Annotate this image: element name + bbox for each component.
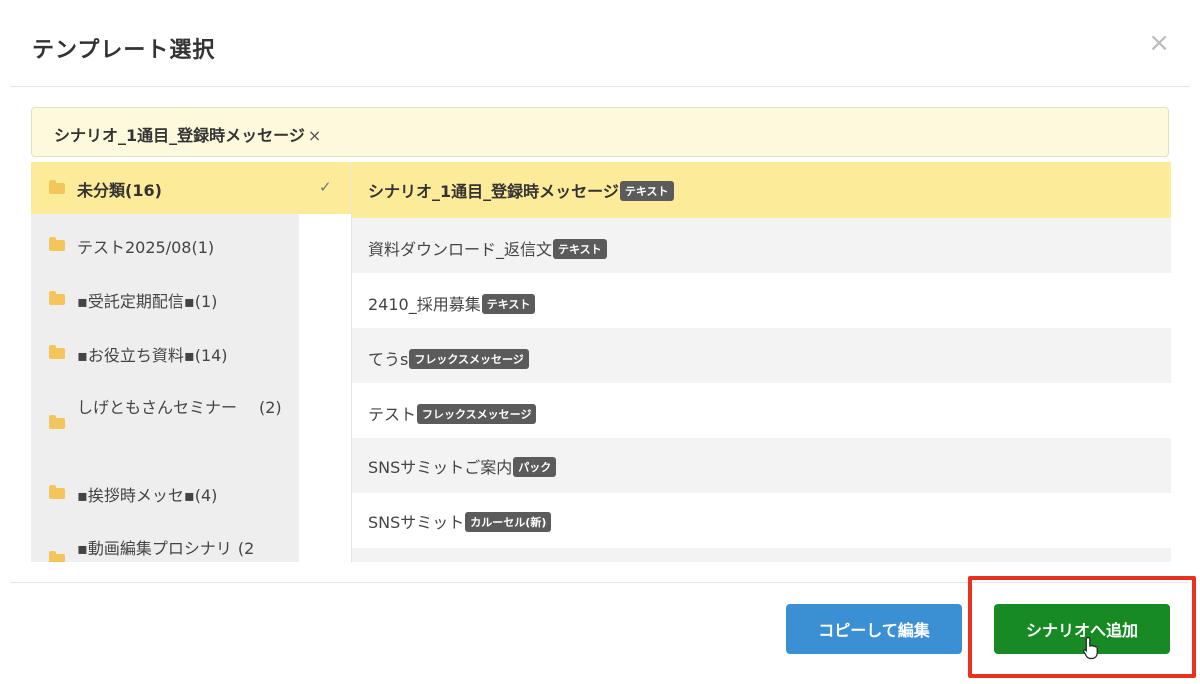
folder-name-text: 未分類 [77, 181, 126, 200]
folder-item[interactable]: しげともさんセミナー (2) [31, 384, 351, 452]
template-name: SNSサミットご案内 [368, 458, 513, 477]
type-badge: カルーセル(新) [465, 512, 552, 532]
folder-item[interactable]: ▪挨拶時メッセ▪(4) [31, 462, 351, 516]
folder-count: (16) [125, 181, 162, 200]
folder-count: (4) [194, 486, 218, 505]
copy-and-edit-button[interactable]: コピーして編集 [786, 604, 962, 654]
folder-name-text: ▪受託定期配信▪ [77, 292, 195, 311]
template-row[interactable]: てうs フレックスメッセージ [352, 328, 1171, 383]
template-name: 資料ダウンロード_返信文 [368, 240, 553, 259]
folder-item[interactable]: テスト2025/08(1) [31, 220, 351, 274]
folder-item[interactable]: ▪お役立ち資料▪(14) [31, 328, 351, 382]
selected-templates-bar: シナリオ_1通目_登録時メッセージ × [31, 107, 1169, 157]
folder-name-text: テスト2025/08 [77, 238, 192, 257]
folder-item[interactable]: ▪動画編集プロシナリ (2 [31, 522, 351, 562]
folder-item-uncategorized[interactable]: 未分類(16) ✓ [31, 162, 351, 214]
template-label: テスト フレックスメッセージ [368, 401, 537, 425]
folder-name-text: ▪お役立ち資料▪ [77, 346, 195, 365]
folder-name: ▪挨拶時メッセ▪(4) [77, 482, 217, 506]
template-row[interactable]: SNSサミットご案内 パック [352, 438, 1171, 493]
template-name: てうs [368, 350, 409, 369]
folder-icon [49, 485, 65, 499]
template-browser: 未分類(16) ✓ テスト2025/08(1) ▪受託定期配信▪(1) ▪お役立… [31, 162, 1171, 562]
template-label: SNSサミット カルーセル(新) [368, 509, 552, 533]
template-label: 資料ダウンロード_返信文 テキスト [368, 236, 607, 260]
template-row[interactable]: 資料ダウンロード_返信文 テキスト [352, 218, 1171, 273]
type-badge: フレックスメッセージ [417, 404, 537, 424]
folder-icon [49, 551, 65, 562]
template-list: シナリオ_1通目_登録時メッセージ テキスト 資料ダウンロード_返信文 テキスト 2… [352, 162, 1171, 562]
folder-count: (14) [194, 346, 228, 365]
folder-count: (1) [194, 292, 218, 311]
template-name: テスト [368, 405, 417, 424]
selected-template-label: シナリオ_1通目_登録時メッセージ [54, 126, 305, 145]
folder-count: (2 [237, 539, 255, 558]
template-label: 2410_採用募集 テキスト [368, 291, 536, 315]
type-badge: テキスト [619, 181, 674, 201]
folder-name: ▪お役立ち資料▪(14) [77, 342, 228, 366]
type-badge: テキスト [481, 294, 536, 314]
folder-count: (2) [259, 398, 282, 417]
template-row[interactable] [352, 548, 1171, 562]
folder-name: 未分類(16) [77, 177, 162, 201]
close-icon[interactable]: × [1148, 30, 1170, 56]
template-row[interactable]: シナリオ_1通目_登録時メッセージ テキスト [352, 162, 1171, 218]
folder-name-text: ▪動画編集プロシナリ [77, 539, 232, 558]
folder-count: (1) [191, 238, 215, 257]
template-name: SNSサミット [368, 513, 465, 532]
folder-name-text: ▪挨拶時メッセ▪ [77, 486, 195, 505]
template-row[interactable]: 2410_採用募集 テキスト [352, 273, 1171, 328]
modal-title: テンプレート選択 [32, 38, 216, 63]
template-row[interactable]: テスト フレックスメッセージ [352, 383, 1171, 438]
type-badge: パック [513, 457, 557, 477]
folder-icon [49, 291, 65, 305]
selected-template-chip: シナリオ_1通目_登録時メッセージ × [54, 122, 321, 146]
check-icon: ✓ [319, 178, 332, 196]
type-badge: テキスト [553, 239, 607, 259]
template-label: てうs フレックスメッセージ [368, 346, 529, 370]
folder-item[interactable]: ▪受託定期配信▪(1) [31, 274, 351, 328]
folder-icon [49, 237, 65, 251]
remove-selected-icon[interactable]: × [308, 126, 321, 145]
type-badge: フレックスメッセージ [409, 349, 529, 369]
folder-icon [49, 415, 65, 429]
hand-cursor-icon [1083, 636, 1098, 660]
template-name: 2410_採用募集 [368, 295, 481, 314]
folder-name-text: しげともさんセミナー [77, 398, 238, 417]
template-label: SNSサミットご案内 パック [368, 454, 557, 478]
folder-name: ▪受託定期配信▪(1) [77, 288, 217, 312]
folder-name: ▪動画編集プロシナリ (2 [77, 535, 254, 559]
folder-list: 未分類(16) ✓ テスト2025/08(1) ▪受託定期配信▪(1) ▪お役立… [31, 162, 352, 562]
template-select-modal: テンプレート選択 × シナリオ_1通目_登録時メッセージ × 未分類(16) ✓ … [0, 0, 1200, 684]
folder-open-icon [49, 180, 65, 194]
folder-name: テスト2025/08(1) [77, 234, 214, 258]
template-row[interactable]: SNSサミット カルーセル(新) [352, 493, 1171, 548]
template-name: シナリオ_1通目_登録時メッセージ [368, 182, 619, 201]
template-label: シナリオ_1通目_登録時メッセージ テキスト [368, 178, 674, 202]
folder-icon [49, 345, 65, 359]
modal-header: テンプレート選択 × [10, 0, 1190, 87]
